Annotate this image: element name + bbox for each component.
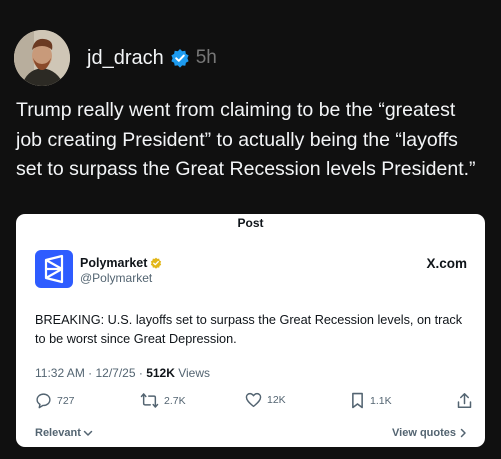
post-time: 5h <box>195 47 217 68</box>
embed-author-name-text: Polymarket <box>80 256 148 270</box>
embed-title: Post <box>237 216 264 230</box>
like-button[interactable]: 12K <box>245 392 286 408</box>
heart-icon <box>245 392 262 408</box>
reply-count: 727 <box>57 394 75 407</box>
repost-icon <box>140 393 159 408</box>
view-quotes-label: View quotes <box>392 427 456 439</box>
share-button[interactable] <box>457 392 477 409</box>
embed-views-count: 512K <box>146 366 175 380</box>
embed-actions: 727 2.7K 12K 1.1K <box>16 392 485 412</box>
relevant-label: Relevant <box>35 427 81 439</box>
bookmark-button[interactable]: 1.1K <box>350 392 392 409</box>
reply-button[interactable]: 727 <box>35 392 75 409</box>
embed-author-name[interactable]: Polymarket <box>80 256 162 270</box>
post-text: Trump really went from claiming to be th… <box>16 99 476 180</box>
verified-badge-icon <box>170 48 190 68</box>
username[interactable]: jd_drach <box>87 47 164 70</box>
polymarket-logo-icon[interactable] <box>35 250 73 288</box>
embed-timestamp[interactable]: 11:32 AM · 12/7/25 · <box>35 366 146 380</box>
embed-text: BREAKING: U.S. layoffs set to surpass th… <box>35 313 463 346</box>
source-xcom-link[interactable]: X.com <box>426 256 467 271</box>
embed-author-handle[interactable]: @Polymarket <box>80 271 152 285</box>
relevant-dropdown[interactable]: Relevant <box>35 427 93 439</box>
repost-count: 2.7K <box>164 394 186 407</box>
share-icon <box>457 393 472 408</box>
bookmark-icon <box>352 392 363 409</box>
embed-meta: 11:32 AM · 12/7/25 · 512K Views <box>35 366 210 380</box>
post-header: jd_drach 5h <box>14 30 494 86</box>
embedded-post-card[interactable]: Post Polymarket @Polymarket X.com BREAKI… <box>16 214 485 447</box>
bookmark-count: 1.1K <box>370 394 392 407</box>
repost-button[interactable]: 2.7K <box>140 392 186 409</box>
reply-icon <box>36 393 51 409</box>
chevron-right-icon <box>460 428 466 438</box>
embed-views-label: Views <box>174 366 211 380</box>
view-quotes-link[interactable]: View quotes <box>392 427 467 439</box>
avatar[interactable] <box>14 30 70 86</box>
gold-verified-badge-icon <box>150 257 162 269</box>
avatar-photo-icon <box>14 30 70 86</box>
chevron-down-icon <box>83 430 93 436</box>
like-count: 12K <box>267 394 286 406</box>
